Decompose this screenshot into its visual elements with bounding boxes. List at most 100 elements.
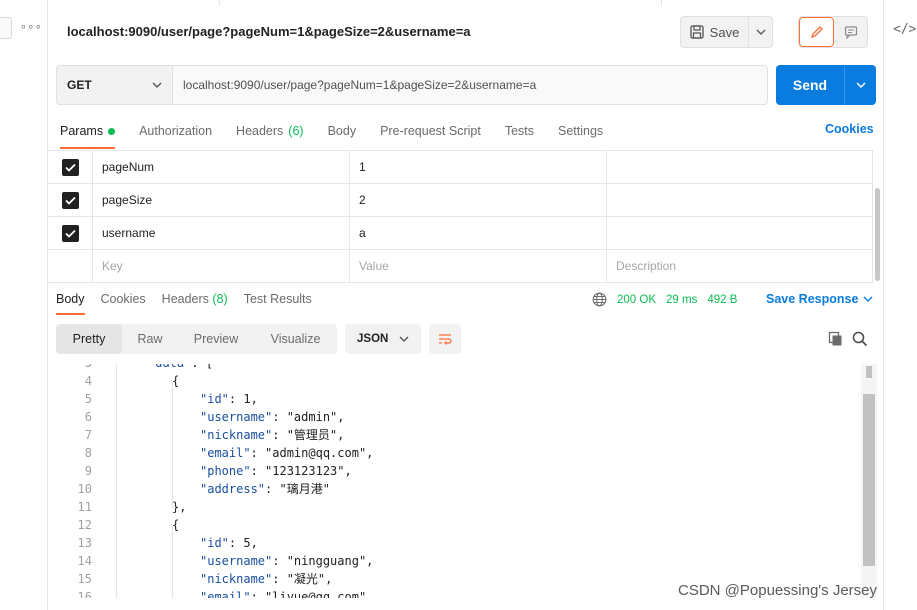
response-body-code[interactable]: 3"data": [4{5"id": 1,6"username": "admin…	[48, 364, 861, 598]
check-icon	[64, 163, 76, 172]
tab-body[interactable]: Body	[328, 121, 357, 141]
tab-test-results[interactable]: Test Results	[244, 292, 312, 306]
copy-icon[interactable]	[828, 331, 844, 347]
documentation-mode-button[interactable]	[834, 17, 867, 47]
param-key[interactable]: pageNum	[93, 151, 350, 183]
response-tabs: Body Cookies Headers (8) Test Results	[56, 292, 312, 315]
code-line: 13 "id": 5,	[48, 534, 861, 552]
row-checkbox[interactable]	[61, 158, 79, 176]
code-text: "id": 1,	[200, 392, 258, 406]
save-button[interactable]: Save	[680, 16, 773, 48]
globe-icon[interactable]	[592, 292, 607, 307]
tab-response-cookies[interactable]: Cookies	[101, 292, 146, 306]
tab-label: Authorization	[139, 124, 213, 138]
tab-params[interactable]: Params	[60, 121, 116, 149]
line-number: 4	[84, 374, 92, 388]
previous-tab[interactable]	[0, 17, 12, 39]
tab-settings[interactable]: Settings	[558, 121, 603, 141]
code-text: "id": 5,	[200, 536, 258, 550]
save-label: Save	[709, 24, 740, 40]
param-value[interactable]: 2	[350, 184, 607, 216]
param-value[interactable]: 1	[350, 151, 607, 183]
headers-count: (6)	[288, 124, 304, 138]
value-placeholder[interactable]: Value	[350, 250, 607, 282]
line-number: 7	[84, 428, 92, 442]
method-select[interactable]: GET	[57, 66, 173, 104]
code-text: "address": "璃月港"	[200, 482, 330, 496]
tab-label: Pre-request Script	[380, 124, 481, 138]
send-button[interactable]: Send	[776, 65, 876, 105]
save-response-button[interactable]: Save Response	[766, 292, 873, 306]
tab-pretty[interactable]: Pretty	[56, 324, 122, 354]
tab-bar	[48, 0, 883, 6]
tab-response-headers[interactable]: Headers (8)	[162, 292, 228, 306]
line-number: 9	[84, 464, 92, 478]
tab-preview[interactable]: Preview	[178, 324, 254, 354]
code-line: 5 "id": 1,	[48, 390, 861, 408]
format-label: JSON	[357, 333, 389, 345]
tab-raw[interactable]: Raw	[122, 324, 178, 354]
row-checkbox[interactable]	[61, 224, 79, 242]
status-code[interactable]: 200 OK	[617, 294, 656, 306]
key-placeholder[interactable]: Key	[93, 250, 350, 282]
send-dropdown-button[interactable]	[844, 65, 876, 105]
line-number: 10	[77, 482, 92, 496]
tab-headers[interactable]: Headers (6)	[236, 121, 304, 141]
response-view-tabs: Pretty Raw Preview Visualize	[56, 324, 337, 354]
tab-label: Settings	[558, 124, 604, 138]
line-number: 12	[77, 518, 92, 532]
row-checkbox[interactable]	[61, 191, 79, 209]
code-line: 4{	[48, 372, 861, 390]
pencil-icon	[810, 26, 823, 39]
save-dropdown-button[interactable]	[748, 17, 772, 47]
tab-label: Tests	[504, 124, 534, 138]
active-dot-icon	[108, 127, 116, 135]
code-line: 7 "nickname": "管理员",	[48, 426, 861, 444]
code-scrollbar-thumb[interactable]	[863, 394, 875, 566]
line-number: 6	[84, 410, 92, 424]
param-value[interactable]: a	[350, 217, 607, 249]
param-description[interactable]	[607, 151, 873, 183]
code-text: "username": "ningguang",	[200, 554, 374, 568]
code-text: "username": "admin",	[200, 410, 345, 424]
url-bar: GET	[56, 65, 768, 105]
tab-visualize[interactable]: Visualize	[254, 324, 337, 354]
line-number: 11	[77, 500, 92, 514]
cookies-link[interactable]: Cookies	[825, 122, 874, 136]
table-row: pageNum 1	[48, 151, 873, 184]
response-size[interactable]: 492 B	[707, 294, 737, 306]
tab-pre-request-script[interactable]: Pre-request Script	[380, 121, 481, 141]
tab-authorization[interactable]: Authorization	[139, 121, 212, 141]
code-scrollbar[interactable]	[861, 364, 877, 598]
response-time[interactable]: 29 ms	[666, 294, 697, 306]
format-select[interactable]: JSON	[345, 324, 421, 354]
param-key[interactable]: username	[93, 217, 350, 249]
tab-response-body[interactable]: Body	[56, 292, 85, 315]
param-description[interactable]	[607, 184, 873, 216]
save-response-label: Save Response	[766, 292, 859, 306]
tab-tests[interactable]: Tests	[505, 121, 534, 141]
tab-label: Body	[327, 124, 357, 138]
param-description[interactable]	[607, 217, 873, 249]
wrap-lines-button[interactable]	[429, 324, 461, 354]
send-label: Send	[792, 77, 828, 93]
method-label: GET	[67, 78, 92, 92]
code-snippet-icon[interactable]: </>	[893, 22, 916, 37]
url-input[interactable]	[173, 66, 767, 104]
request-title[interactable]: localhost:9090/user/page?pageNum=1&pageS…	[67, 24, 471, 39]
chevron-down-icon	[152, 82, 162, 88]
edit-mode-button[interactable]	[799, 17, 834, 47]
code-text: "email": "liyue@qq.com",	[200, 590, 374, 598]
more-options-icon[interactable]: ∘∘∘	[20, 20, 42, 33]
request-tabs: Params Authorization Headers (6) Body Pr…	[60, 121, 603, 149]
search-icon[interactable]	[852, 331, 868, 347]
params-scrollbar[interactable]	[874, 148, 881, 282]
param-key[interactable]: pageSize	[93, 184, 350, 216]
code-text: "email": "admin@qq.com",	[200, 446, 374, 460]
chevron-down-icon	[863, 296, 873, 302]
description-placeholder[interactable]: Description	[607, 250, 873, 282]
watermark: CSDN @Popuessing's Jersey	[678, 582, 877, 599]
code-line: 12 {	[48, 516, 861, 534]
table-row: username a	[48, 217, 873, 250]
comment-icon	[844, 26, 857, 39]
